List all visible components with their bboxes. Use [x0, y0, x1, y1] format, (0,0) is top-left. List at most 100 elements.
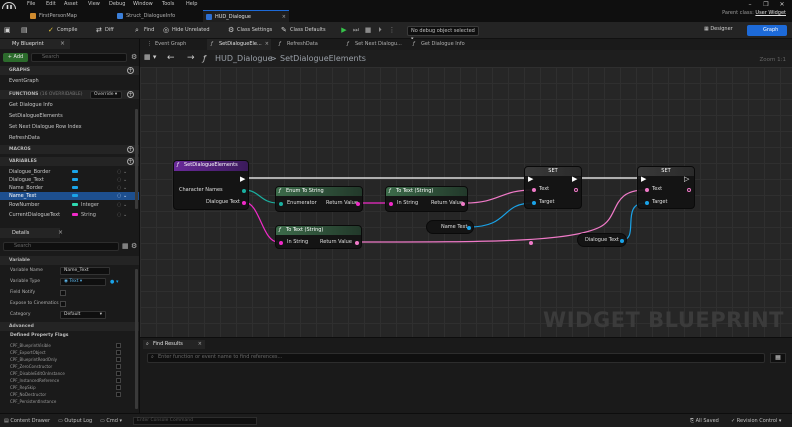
variable-name-input[interactable]: Name_Text: [60, 267, 110, 275]
tab-get-dialogue-info[interactable]: ƒ Get Dialogue Info: [409, 39, 481, 50]
visibility-eye-icon[interactable]: ◌ ⌄: [117, 168, 127, 176]
find-button[interactable]: ⌕ Find: [134, 25, 154, 36]
all-saved-indicator[interactable]: ⎘ All Saved: [690, 417, 719, 425]
section-graphs[interactable]: GRAPHS +: [0, 66, 139, 75]
menu-edit[interactable]: Edit: [46, 1, 56, 7]
node-get-dialogue-text[interactable]: Dialogue Text: [577, 233, 627, 247]
node-setdialogueelements[interactable]: ƒ SetDialogueElements ▶ Character Names D…: [173, 160, 249, 210]
variable-item-currentdialoguetext[interactable]: CurrentDialogueText String ◌ ⌄: [0, 211, 139, 219]
flag-checkbox[interactable]: [116, 343, 121, 348]
function-item-set-next-dialogue-row-index[interactable]: Set Next Dialogue Row Index: [0, 123, 139, 131]
cmd-dropdown[interactable]: ▭ Cmd ▾: [100, 417, 122, 425]
content-drawer-button[interactable]: ▤ Content Drawer: [4, 417, 50, 425]
variable-item-rownumber[interactable]: RowNumber Integer ◌ ⌄: [0, 201, 139, 209]
target-pin[interactable]: [645, 201, 649, 205]
category-select[interactable]: Default ▾: [60, 311, 106, 319]
node-to-text-2[interactable]: ƒ To Text (String) In String Return Value: [275, 225, 362, 249]
exec-out-pin[interactable]: ▶: [240, 175, 245, 183]
graph-item-eventgraph[interactable]: EventGraph: [0, 77, 139, 85]
field-notify-checkbox[interactable]: [60, 290, 66, 296]
menu-help[interactable]: Help: [186, 1, 197, 7]
my-blueprint-scrollbar[interactable]: [135, 109, 138, 209]
override-dropdown[interactable]: Override ▾: [90, 91, 122, 99]
node-enum-to-string[interactable]: ƒ Enum To String Enumerator Return Value: [275, 186, 363, 212]
in-string-pin[interactable]: [279, 241, 283, 245]
class-defaults-button[interactable]: ✎ Class Defaults: [280, 25, 326, 36]
section-variable[interactable]: Variable: [0, 256, 139, 265]
designer-button[interactable]: ▦ Designer: [704, 26, 733, 32]
expose-cinematics-checkbox[interactable]: [60, 301, 66, 307]
menu-asset[interactable]: Asset: [64, 1, 78, 7]
character-names-pin[interactable]: [242, 189, 246, 193]
exec-in-pin[interactable]: ▶: [528, 175, 533, 183]
exec-out-pin[interactable]: ▷: [684, 175, 689, 183]
save-button[interactable]: ▣: [3, 25, 13, 36]
output-log-button[interactable]: ▭ Output Log: [58, 417, 92, 425]
text-pin[interactable]: [532, 188, 536, 192]
menu-view[interactable]: View: [88, 1, 100, 7]
menu-debug[interactable]: Debug: [109, 1, 125, 7]
close-tab-icon[interactable]: ×: [198, 340, 202, 349]
menu-window[interactable]: Window: [133, 1, 153, 7]
menu-tools[interactable]: Tools: [162, 1, 174, 7]
menu-file[interactable]: File: [27, 1, 35, 7]
hide-unrelated-button[interactable]: ◎ Hide Unrelated: [162, 25, 210, 36]
function-item-setdialogueelements[interactable]: SetDialogueElements: [0, 112, 139, 120]
details-gear-icon[interactable]: ⚙: [131, 242, 137, 250]
return-value-pin[interactable]: [355, 241, 359, 245]
in-string-pin[interactable]: [389, 202, 393, 206]
add-variable-icon[interactable]: +: [127, 158, 134, 165]
section-advanced[interactable]: Advanced: [0, 322, 139, 331]
variable-type-select[interactable]: ◉ Text ▾: [60, 278, 106, 286]
browse-button[interactable]: ▤: [20, 25, 30, 36]
find-results-tab[interactable]: ⌕ Find Results ×: [143, 340, 205, 349]
breadcrumb-root[interactable]: HUD_Dialogue: [215, 54, 273, 63]
flag-checkbox[interactable]: [116, 357, 121, 362]
graph-canvas[interactable]: ƒ SetDialogueElements ▶ Character Names D…: [140, 67, 792, 337]
find-in-all-blueprints-button[interactable]: ▦: [770, 353, 786, 363]
dialogue-text-pin[interactable]: [242, 201, 246, 205]
text-pin[interactable]: [645, 188, 649, 192]
graph-options-icon[interactable]: ▦ ▾: [144, 53, 156, 61]
flag-checkbox[interactable]: [116, 392, 121, 397]
step-icon[interactable]: ⏭: [351, 26, 361, 35]
exec-out-pin[interactable]: ▶: [572, 175, 577, 183]
more-icon[interactable]: ⋮: [387, 26, 397, 35]
visibility-eye-icon[interactable]: ◌ ⌄: [117, 192, 127, 200]
exec-in-pin[interactable]: ▶: [641, 175, 646, 183]
close-details-icon[interactable]: ×: [58, 229, 63, 236]
visibility-eye-icon[interactable]: ◌ ⌄: [117, 176, 127, 184]
step-over-icon[interactable]: ⏵: [375, 26, 385, 35]
section-variables[interactable]: VARIABLES +: [0, 157, 139, 166]
settings-gear-icon[interactable]: ⚙: [131, 53, 137, 61]
diff-button[interactable]: ⇄ Diff: [95, 25, 114, 36]
tab-setdialogueelements[interactable]: ƒ SetDialogueEle... ×: [207, 39, 271, 50]
section-macros[interactable]: MACROS +: [0, 145, 139, 154]
visibility-eye-icon[interactable]: ◌ ⌄: [117, 201, 127, 209]
flag-checkbox[interactable]: [116, 371, 121, 376]
minimize-icon[interactable]: –: [744, 0, 756, 9]
tab-event-graph[interactable]: ⋮ Event Graph: [143, 39, 205, 50]
class-settings-button[interactable]: ⚙ Class Settings: [227, 25, 272, 36]
visibility-eye-icon[interactable]: ◌ ⌄: [117, 211, 127, 219]
return-value-pin[interactable]: [461, 202, 465, 206]
getter-output-pin[interactable]: [467, 226, 471, 230]
tab-struct-dialogueinfo[interactable]: Struct_DialogueInfo: [114, 10, 200, 22]
variable-item-dialogue-text[interactable]: Dialogue_Text ◌ ⌄: [0, 176, 139, 184]
flag-checkbox[interactable]: [116, 364, 121, 369]
function-item-get-dialogue-info[interactable]: Get Dialogue Info: [0, 101, 139, 109]
add-macro-icon[interactable]: +: [127, 146, 134, 153]
flag-checkbox[interactable]: [116, 378, 121, 383]
text-out-pin[interactable]: [574, 188, 578, 192]
node-get-name-text[interactable]: Name Text: [426, 220, 474, 234]
variable-item-name-border[interactable]: Name_Border ◌ ⌄: [0, 184, 139, 192]
compile-button[interactable]: ✓ Compile: [47, 25, 77, 36]
stop-icon[interactable]: ■: [363, 26, 373, 35]
revision-control-button[interactable]: ✓ Revision Control ▾: [731, 417, 781, 425]
node-to-text-1[interactable]: ƒ To Text (String) In String Return Value: [385, 186, 468, 212]
container-type-icon[interactable]: ● ▾: [110, 277, 118, 287]
visibility-eye-icon[interactable]: ◌ ⌄: [117, 184, 127, 192]
node-set-dialogue-text[interactable]: SET ▶ ▷ Text Target: [637, 166, 695, 209]
getter-output-pin[interactable]: [620, 239, 624, 243]
add-graph-icon[interactable]: +: [127, 67, 134, 74]
